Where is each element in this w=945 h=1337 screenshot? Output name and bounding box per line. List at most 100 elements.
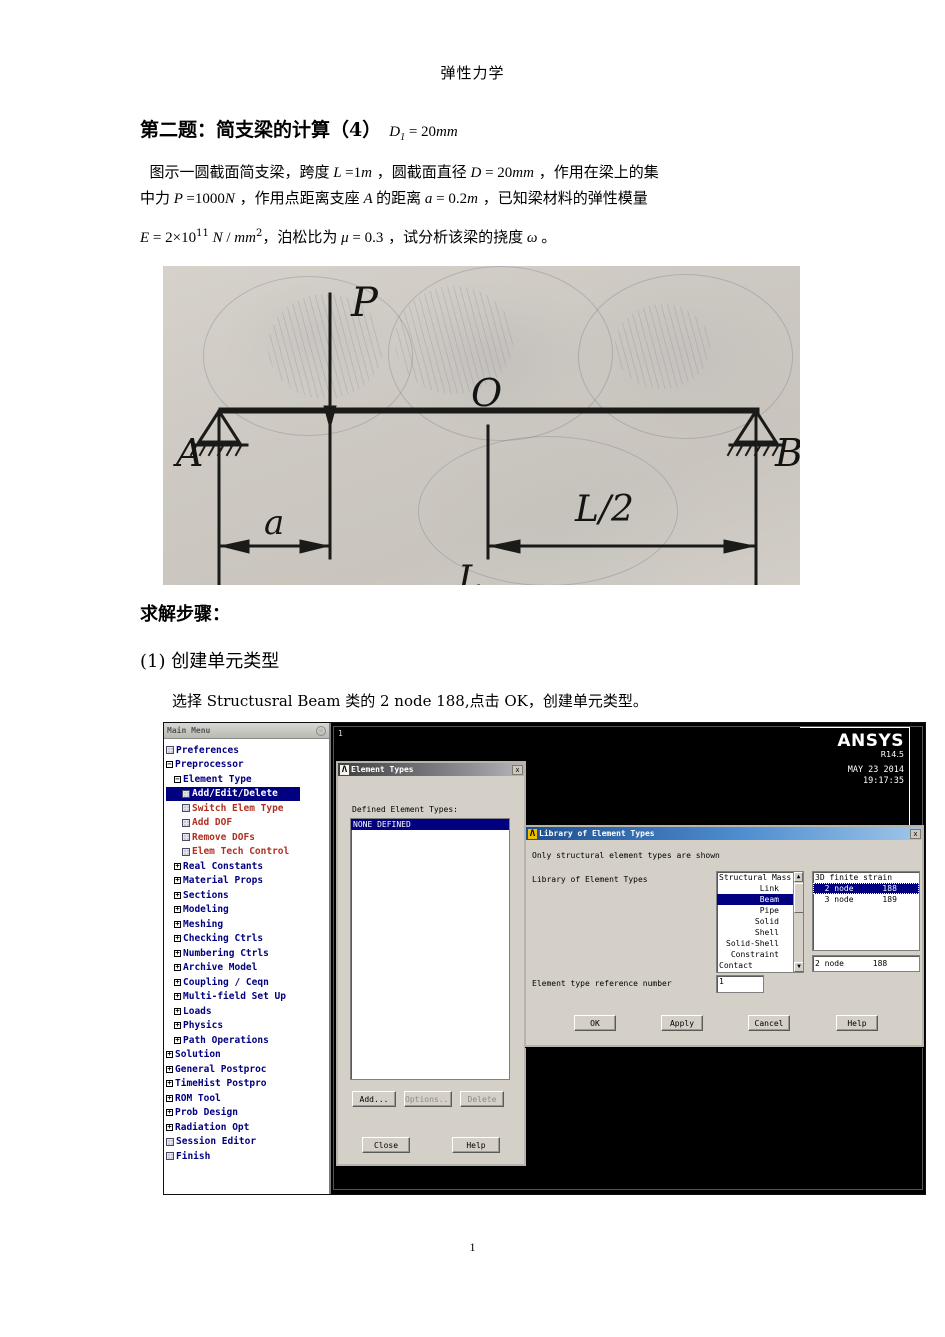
menu-leaf-icon[interactable] [182,818,190,827]
apply-button[interactable]: Apply [661,1015,703,1031]
element-types-dialog[interactable]: Λ Element Types x Defined Element Types:… [336,761,526,1166]
menu-item-checking-ctrls[interactable]: + Checking Ctrls [166,932,329,947]
category-list-item[interactable]: Solid [717,916,793,927]
category-list-item[interactable]: Constraint [717,949,793,960]
menu-item-path-operations[interactable]: + Path Operations [166,1033,329,1048]
menu-leaf-icon[interactable] [182,847,190,856]
scrollbar-thumb[interactable] [794,883,803,913]
menu-item-preferences[interactable]: Preferences [166,743,329,758]
expand-icon[interactable]: + [174,978,181,986]
list-item[interactable]: NONE DEFINED [351,819,509,830]
menu-item-coupling-ceqn[interactable]: + Coupling / Ceqn [166,975,329,990]
menu-item-sections[interactable]: + Sections [166,888,329,903]
menu-item-timehist-postpro[interactable]: + TimeHist Postpro [166,1077,329,1092]
element-category-list[interactable]: Structural Mass Link Beam Pipe Solid Shell Sol… [716,871,804,973]
expand-icon[interactable]: + [174,949,181,957]
menu-item-prob-design[interactable]: + Prob Design [166,1106,329,1121]
menu-item-material-props[interactable]: + Material Props [166,874,329,889]
expand-icon[interactable]: + [174,1007,181,1015]
question-title-text: 第二题：简支梁的计算（4） [140,119,382,141]
menu-item-multi-field-set-up[interactable]: + Multi-field Set Up [166,990,329,1005]
cancel-button[interactable]: Cancel [748,1015,790,1031]
category-list-item[interactable]: Pipe [717,905,793,916]
expand-icon[interactable]: + [174,935,181,943]
menu-leaf-icon[interactable] [182,789,190,798]
menu-item-switch-elem-type[interactable]: Switch Elem Type [166,801,329,816]
scroll-down-icon[interactable]: ▼ [794,962,803,972]
menu-item-solution[interactable]: + Solution [166,1048,329,1063]
expand-icon[interactable]: + [174,877,181,885]
menu-item-loads[interactable]: + Loads [166,1004,329,1019]
library-dialog-titlebar[interactable]: Λ Library of Element Types x [526,827,922,840]
ansys-logo-text: ANSYS [837,731,904,751]
menu-item-general-postproc[interactable]: + General Postproc [166,1062,329,1077]
collapse-icon[interactable]: − [174,775,181,783]
menu-leaf-icon[interactable] [182,804,190,813]
category-list-scrollbar[interactable]: ▲ ▼ [793,872,803,972]
menu-item-finish[interactable]: Finish [166,1149,329,1164]
menu-leaf-icon[interactable] [166,746,174,755]
category-list-item[interactable]: Beam [717,894,793,905]
menu-item-remove-dofs[interactable]: Remove DOFs [166,830,329,845]
menu-item-archive-model[interactable]: + Archive Model [166,961,329,976]
close-icon[interactable]: x [910,828,921,839]
help-button[interactable]: Help [452,1137,500,1153]
variant-list-item[interactable]: 3 node 189 [813,894,919,905]
element-type-ref-num-input[interactable]: 1 [716,975,764,993]
expand-icon[interactable]: + [174,891,181,899]
menu-item-modeling[interactable]: + Modeling [166,903,329,918]
category-list-item[interactable]: Solid-Shell [717,938,793,949]
expand-icon[interactable]: + [166,1065,173,1073]
element-variant-list[interactable]: 3D finite strain 2 node 188 3 node 189 [812,871,920,951]
library-help-button[interactable]: Help [836,1015,878,1031]
expand-icon[interactable]: + [174,964,181,972]
pin-icon[interactable]: ☉ [316,725,326,736]
expand-icon[interactable]: + [166,1080,173,1088]
menu-item-rom-tool[interactable]: + ROM Tool [166,1091,329,1106]
menu-leaf-icon[interactable] [166,1137,174,1146]
menu-item-meshing[interactable]: + Meshing [166,917,329,932]
category-list-item[interactable]: Structural Mass [717,872,793,883]
menu-item-elem-tech-control[interactable]: Elem Tech Control [166,845,329,860]
category-list-item[interactable]: Shell [717,927,793,938]
expand-icon[interactable]: + [166,1109,173,1117]
graphics-window-number: 1 [338,729,343,738]
category-list-item[interactable]: Link [717,883,793,894]
menu-item-numbering-ctrls[interactable]: + Numbering Ctrls [166,946,329,961]
category-list-item[interactable]: Contact [717,960,793,971]
menu-leaf-icon[interactable] [182,833,190,842]
expand-icon[interactable]: + [174,920,181,928]
close-button[interactable]: Close [362,1137,410,1153]
menu-item-preprocessor[interactable]: − Preprocessor [166,758,329,773]
expand-icon[interactable]: + [166,1123,173,1131]
document-page: 弹性力学 第二题：简支梁的计算（4） D1 = 20mm 图示一圆截面简支梁，跨度… [0,0,945,1337]
ansys-time-text: 19:17:35 [863,776,904,786]
scroll-up-icon[interactable]: ▲ [794,872,803,882]
menu-item-add-edit-delete[interactable]: Add/Edit/Delete [166,786,300,801]
menu-leaf-icon[interactable] [166,1152,174,1161]
element-types-titlebar[interactable]: Λ Element Types x [338,763,524,776]
menu-item-physics[interactable]: + Physics [166,1019,329,1034]
menu-item-real-constants[interactable]: + Real Constants [166,859,329,874]
menu-item-session-editor[interactable]: Session Editor [166,1135,329,1150]
add-button[interactable]: Add... [352,1091,396,1107]
menu-item-label: Physics [183,1020,224,1032]
expand-icon[interactable]: + [174,993,181,1001]
close-icon[interactable]: x [512,764,523,775]
variant-list-item[interactable]: 2 node 188 [813,883,919,894]
expand-icon[interactable]: + [174,1036,181,1044]
expand-icon[interactable]: + [174,1022,181,1030]
expand-icon[interactable]: + [166,1094,173,1102]
expand-icon[interactable]: + [174,862,181,870]
collapse-icon[interactable]: − [166,761,173,769]
menu-item-add-dof[interactable]: Add DOF [166,816,329,831]
menu-item-radiation-opt[interactable]: + Radiation Opt [166,1120,329,1135]
expand-icon[interactable]: + [166,1051,173,1059]
ansys-logo: ANSYS R14.5 [837,733,904,760]
library-of-element-types-dialog[interactable]: Λ Library of Element Types x Only struct… [524,825,924,1047]
expand-icon[interactable]: + [174,906,181,914]
defined-element-types-list[interactable]: NONE DEFINED [350,818,510,1080]
ok-button[interactable]: OK [574,1015,616,1031]
menu-item-element-type[interactable]: − Element Type [166,772,329,787]
variant-list-item[interactable]: 3D finite strain [813,872,919,883]
